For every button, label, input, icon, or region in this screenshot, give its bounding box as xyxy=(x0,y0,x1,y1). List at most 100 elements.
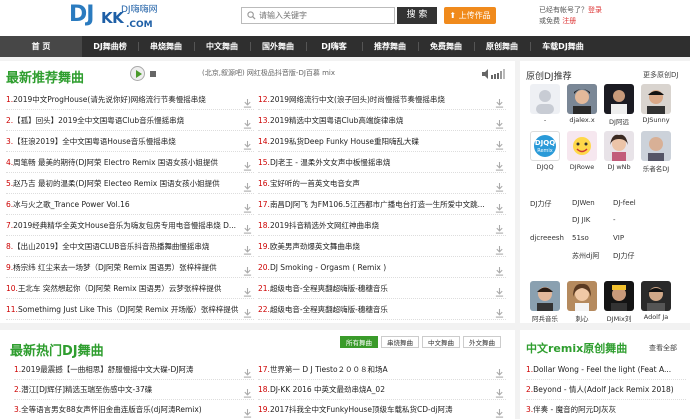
download-icon[interactable] xyxy=(243,264,252,276)
download-icon[interactable] xyxy=(243,306,252,318)
song-title[interactable]: 18.DJ-KK 2016 中英文最劲串烧A_02 xyxy=(258,380,385,399)
list-item[interactable]: 19.2017抖我全中文FunkyHouse顶级车载私货CD-dj阿涛 xyxy=(258,400,506,419)
dj-text-link[interactable]: 苏州dj阿 xyxy=(572,251,599,261)
dj-card[interactable]: DJ阿远 xyxy=(604,84,634,126)
list-item[interactable]: 21.超级电音-全程爽翻超嗨版-穗穗音乐 xyxy=(258,279,506,299)
download-icon[interactable] xyxy=(495,180,504,192)
tab-all[interactable]: 所有舞曲 xyxy=(340,336,378,348)
list-item[interactable]: 1.2019中文ProgHouse(请先说你好)网络流行节奏慢摇串烧 xyxy=(6,90,254,110)
list-item[interactable]: 18.2019抖音精选外文网红神曲串烧 xyxy=(258,216,506,236)
volume-icon[interactable] xyxy=(482,69,508,79)
download-icon[interactable] xyxy=(243,117,252,129)
list-item[interactable]: 1.Dollar Wong - Feel the light (Feat A..… xyxy=(526,360,686,380)
list-item[interactable]: 4.周笔畅 最美的期待(DJ阿荣 Electro Remix 国语女孩小姐提供 xyxy=(6,153,254,173)
dj-card[interactable]: DJSunny xyxy=(641,84,671,124)
dj-card[interactable]: - xyxy=(530,84,560,124)
list-item[interactable]: 3.【狂浪2019】全中文国粤语House音乐慢摇串烧 xyxy=(6,132,254,152)
dj-text-link[interactable]: DJWen xyxy=(572,199,595,207)
dj-text-link[interactable]: DJ力仔 xyxy=(530,199,551,209)
download-icon[interactable] xyxy=(495,406,504,418)
download-icon[interactable] xyxy=(243,243,252,255)
download-icon[interactable] xyxy=(243,406,252,418)
song-title[interactable]: 20.DJ Smoking - Orgasm ( Remix ) xyxy=(258,258,386,277)
list-item[interactable]: 3.伴奏 - 魔音的阿元DJ灰灰 xyxy=(526,400,686,419)
download-icon[interactable] xyxy=(243,386,252,398)
song-title[interactable]: 14.2019私货Deep Funky House重阳嗨乱大碟 xyxy=(258,132,419,151)
nav-dj-chart[interactable]: DJ舞曲榜 xyxy=(82,36,138,57)
list-item[interactable]: 5.赵乃吉 最初的温柔(DJ阿荣 Electeo Remix 国语女孩小姐提供 xyxy=(6,174,254,194)
song-title[interactable]: 5.赵乃吉 最初的温柔(DJ阿荣 Electeo Remix 国语女孩小姐提供 xyxy=(6,174,220,193)
nav-original[interactable]: 原创舞曲 xyxy=(474,36,530,57)
song-title[interactable]: 7.2019经典精华全英文House音乐为嗨友包房专用电音慢摇串烧 D... xyxy=(6,216,236,235)
list-item[interactable]: 17.南昌DJ阿飞 为FM106.5江西都市广播电台打造一生所爱中文跳... xyxy=(258,195,506,215)
download-icon[interactable] xyxy=(243,201,252,213)
site-logo[interactable]: DJ KK DJ嗨嗨网 .COM xyxy=(69,2,164,32)
song-title[interactable]: 19.欧美男声劲爆英文舞曲串烧 xyxy=(258,237,360,256)
list-item[interactable]: 2.潜江[DJ辉仔]精选玉瑞至伤感中文-37碟 xyxy=(14,380,254,400)
download-icon[interactable] xyxy=(243,285,252,297)
list-item[interactable]: 17.世界第一 D J Tiesto２００８和场A xyxy=(258,360,506,380)
list-item[interactable]: 2.Beyond - 情人(Adolf Jack Remix 2018) xyxy=(526,380,686,400)
list-item[interactable]: 10.王北车 突然想起你（DJ阿荣 Remix 国语男）云梦张梓梓提供 xyxy=(6,279,254,299)
dj-text-link[interactable]: DJ-feel xyxy=(613,199,636,207)
nav-free[interactable]: 免费舞曲 xyxy=(418,36,474,57)
list-item[interactable]: 1.2019最震撼【一曲相思】舒服慢摇中文大碟-DJ阿涛 xyxy=(14,360,254,380)
song-title[interactable]: 4.周笔畅 最美的期待(DJ阿荣 Electro Remix 国语女孩小姐提供 xyxy=(6,153,218,172)
song-title[interactable]: 8.【出山2019】全中文国语CLUB音乐抖音热播舞曲慢摇串烧 xyxy=(6,237,209,256)
search-input[interactable] xyxy=(259,9,391,22)
download-icon[interactable] xyxy=(495,366,504,378)
dj-text-link[interactable]: 51so xyxy=(572,234,589,242)
song-title[interactable]: 21.超级电音-全程爽翻超嗨版-穗穗音乐 xyxy=(258,279,388,298)
song-title[interactable]: 2.【孤】回头】2019全中文国粤语Club音乐慢摇串烧 xyxy=(6,111,184,130)
list-item[interactable]: 12.2019网络流行中文(浪子回头)时尚慢摇节奏慢摇串烧 xyxy=(258,90,506,110)
dj-card[interactable]: DJRowe xyxy=(567,131,597,171)
list-item[interactable]: 2.【孤】回头】2019全中文国粤语Club音乐慢摇串烧 xyxy=(6,111,254,131)
download-icon[interactable] xyxy=(243,366,252,378)
song-title[interactable]: 16.宝好听的一首英文电音女声 xyxy=(258,174,360,193)
nav-car-dj[interactable]: 车载DJ舞曲 xyxy=(530,36,596,57)
download-icon[interactable] xyxy=(243,138,252,150)
song-title[interactable]: 17.南昌DJ阿飞 为FM106.5江西都市广播电台打造一生所爱中文跳... xyxy=(258,195,485,214)
download-icon[interactable] xyxy=(495,285,504,297)
download-icon[interactable] xyxy=(495,138,504,150)
download-icon[interactable] xyxy=(495,159,504,171)
song-title[interactable]: 10.王北车 突然想起你（DJ阿荣 Remix 国语男）云梦张梓梓提供 xyxy=(6,279,221,298)
dj-card[interactable]: Adolf Ja xyxy=(641,281,671,321)
dj-text-link[interactable]: DJ力仔 xyxy=(613,251,634,261)
song-title[interactable]: 3.全等语言男女88女声怀旧金曲连版音乐(dj阿涛Remix) xyxy=(14,400,202,419)
song-title[interactable]: 22.超级电音-全程爽翻超嗨版-穗穗音乐 xyxy=(258,300,388,319)
dj-card[interactable]: 阿兵音乐 xyxy=(530,281,560,323)
song-title[interactable]: 11.Somethimg Just Like This（DJ阿荣 Remix 开… xyxy=(6,300,238,319)
song-title[interactable]: 17.世界第一 D J Tiesto２００８和场A xyxy=(258,360,388,379)
list-item[interactable]: 18.DJ-KK 2016 中英文最劲串烧A_02 xyxy=(258,380,506,400)
download-icon[interactable] xyxy=(243,180,252,192)
remix-more-link[interactable]: 查看全部 xyxy=(649,343,677,353)
song-title[interactable]: 3.伴奏 - 魔音的阿元DJ灰灰 xyxy=(526,400,616,419)
download-icon[interactable] xyxy=(495,201,504,213)
list-item[interactable]: 6.冰与火之歌_Trance Power Vol.16 xyxy=(6,195,254,215)
song-title[interactable]: 3.【狂浪2019】全中文国粤语House音乐慢摇串烧 xyxy=(6,132,176,151)
list-item[interactable]: 7.2019经典精华全英文House音乐为嗨友包房专用电音慢摇串烧 D... xyxy=(6,216,254,236)
dj-card[interactable]: DJ wNb xyxy=(604,131,634,171)
list-item[interactable]: 19.欧美男声劲爆英文舞曲串烧 xyxy=(258,237,506,257)
song-title[interactable]: 6.冰与火之歌_Trance Power Vol.16 xyxy=(6,195,130,214)
song-title[interactable]: 19.2017抖我全中文FunkyHouse顶级车载私货CD-dj阿涛 xyxy=(258,400,453,419)
download-icon[interactable] xyxy=(495,264,504,276)
list-item[interactable]: 22.超级电音-全程爽翻超嗨版-穗穗音乐 xyxy=(258,300,506,320)
nav-home[interactable]: 首 页 xyxy=(0,36,82,57)
dj-card[interactable]: DJMix刘 xyxy=(604,281,634,323)
dj-text-link[interactable]: DJ JIK xyxy=(572,216,590,224)
dj-text-link[interactable]: - xyxy=(613,216,616,224)
list-item[interactable]: 20.DJ Smoking - Orgasm ( Remix ) xyxy=(258,258,506,278)
list-item[interactable]: 11.Somethimg Just Like This（DJ阿荣 Remix 开… xyxy=(6,300,254,320)
song-title[interactable]: 2.Beyond - 情人(Adolf Jack Remix 2018) xyxy=(526,380,674,399)
tab-chinese[interactable]: 中文舞曲 xyxy=(422,336,460,348)
dj-card[interactable]: 刺心 xyxy=(567,281,597,323)
tab-foreign[interactable]: 外文舞曲 xyxy=(463,336,501,348)
download-icon[interactable] xyxy=(243,222,252,234)
register-link[interactable]: 注册 xyxy=(562,17,576,25)
song-title[interactable]: 12.2019网络流行中文(浪子回头)时尚慢摇节奏慢摇串烧 xyxy=(258,90,445,109)
download-icon[interactable] xyxy=(495,222,504,234)
download-icon[interactable] xyxy=(495,386,504,398)
nav-recommended[interactable]: 推荐舞曲 xyxy=(362,36,418,57)
